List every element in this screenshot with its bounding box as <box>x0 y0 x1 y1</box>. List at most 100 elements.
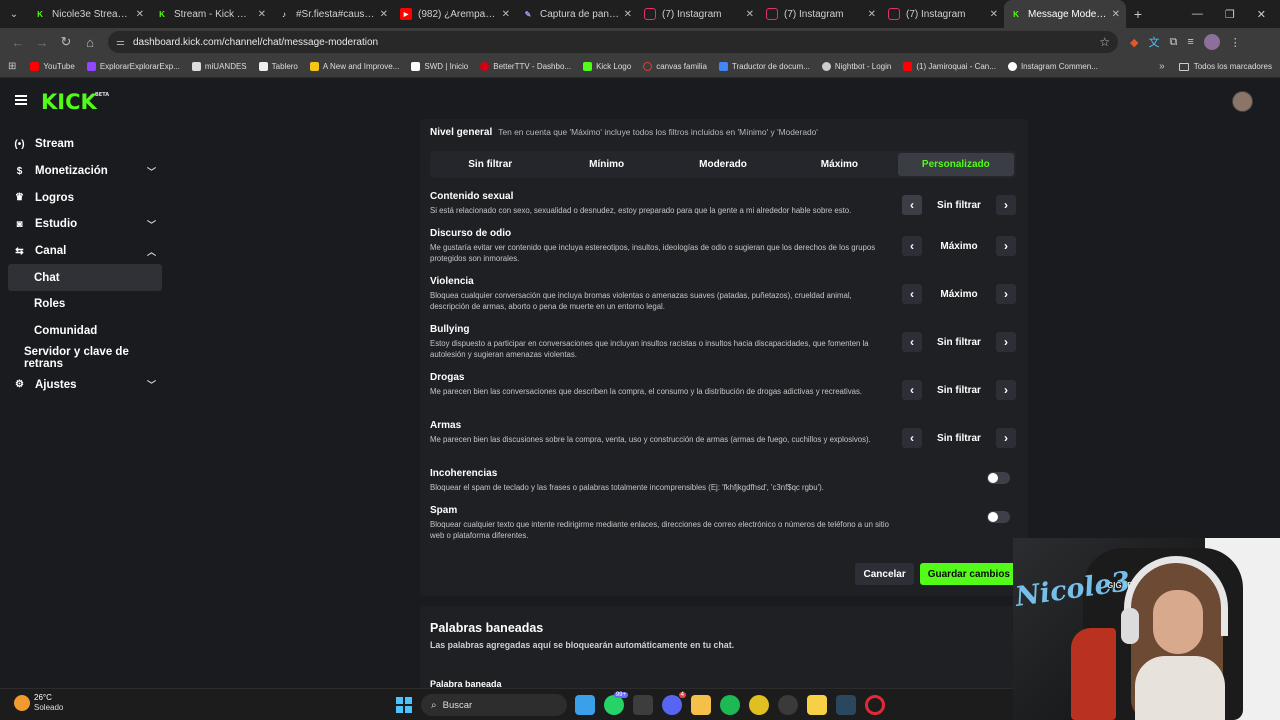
close-tab-icon[interactable]: ✕ <box>380 9 388 20</box>
level-option-sin-filtrar[interactable]: Sin filtrar <box>432 153 548 176</box>
reload-icon[interactable]: ↻ <box>54 34 78 50</box>
extension-fox-icon[interactable]: ◆ <box>1130 36 1138 49</box>
sidebar-item-monetizacion[interactable]: $ Monetización ﹀ <box>0 158 170 185</box>
obs-icon[interactable] <box>778 695 798 715</box>
close-tab-icon[interactable]: ✕ <box>624 9 632 20</box>
chevron-left-icon[interactable]: ‹ <box>902 195 922 215</box>
sidebar-item-ajustes[interactable]: ⚙ Ajustes ﹀ <box>0 371 170 398</box>
chevron-left-icon[interactable]: ‹ <box>902 428 922 448</box>
all-bookmarks-button[interactable]: Todos los marcadores <box>1178 62 1272 71</box>
notepad-icon[interactable] <box>575 695 595 715</box>
bookmark-item[interactable]: Tablero <box>258 62 298 71</box>
sidebar-item-roles[interactable]: Roles <box>0 291 170 318</box>
incoherencias-switch[interactable] <box>987 472 1010 484</box>
menu-hamburger-icon[interactable] <box>15 95 27 105</box>
sidebar-item-servidor[interactable]: Servidor y clave de retrans <box>0 345 170 372</box>
more-bookmarks-icon[interactable]: » <box>1159 61 1165 72</box>
spam-switch[interactable] <box>987 511 1010 523</box>
minimize-icon[interactable]: — <box>1192 8 1203 21</box>
spotify-icon[interactable] <box>720 695 740 715</box>
level-option-maximo[interactable]: Máximo <box>781 153 897 176</box>
reading-list-icon[interactable]: ≡ <box>1187 36 1193 48</box>
restore-icon[interactable]: ❐ <box>1225 8 1235 21</box>
chevron-left-icon[interactable]: ‹ <box>902 380 922 400</box>
level-option-moderado[interactable]: Moderado <box>665 153 781 176</box>
extensions-puzzle-icon[interactable]: ⧉ <box>1169 36 1177 49</box>
close-tab-icon[interactable]: ✕ <box>746 9 754 20</box>
browser-tab[interactable]: (7) Instagram ✕ <box>882 0 1004 28</box>
chevron-right-icon[interactable]: › <box>996 332 1016 352</box>
sidebar-item-comunidad[interactable]: Comunidad <box>0 318 170 345</box>
tab-search-icon[interactable]: ⌄ <box>4 4 24 24</box>
chevron-right-icon[interactable]: › <box>996 428 1016 448</box>
forward-icon[interactable]: → <box>30 35 54 50</box>
url-input[interactable]: ⚌ dashboard.kick.com/channel/chat/messag… <box>108 31 1118 53</box>
taskbar-search[interactable]: ⌕ Buscar <box>421 694 567 716</box>
chevron-right-icon[interactable]: › <box>996 380 1016 400</box>
extension-translate-icon[interactable]: 文 <box>1148 34 1159 50</box>
bookmark-item[interactable]: Traductor de docum... <box>718 62 810 71</box>
close-tab-icon[interactable]: ✕ <box>502 9 510 20</box>
chevron-right-icon[interactable]: › <box>996 236 1016 256</box>
sidebar-item-logros[interactable]: ♛ Logros <box>0 184 170 211</box>
user-avatar[interactable] <box>1232 91 1253 112</box>
browser-tab[interactable]: ✎ Captura de pantalla ✕ <box>516 0 638 28</box>
bookmark-item[interactable]: Kick Logo <box>583 62 631 71</box>
close-tab-icon[interactable]: ✕ <box>258 9 266 20</box>
bookmark-item[interactable]: (1) Jamiroquai - Can... <box>903 62 996 71</box>
bookmark-item[interactable]: miUANDES <box>191 62 247 71</box>
profile-avatar[interactable] <box>1203 34 1220 50</box>
close-tab-icon[interactable]: ✕ <box>868 9 876 20</box>
bookmark-item[interactable]: A New and Improve... <box>309 62 399 71</box>
new-tab-icon[interactable]: + <box>1126 6 1150 22</box>
chevron-left-icon[interactable]: ‹ <box>902 284 922 304</box>
save-button[interactable]: Guardar cambios <box>919 563 1018 585</box>
close-window-icon[interactable]: ✕ <box>1257 8 1266 21</box>
browser-tab[interactable]: ♪#Sr.fiesta#causa#apo✕ <box>272 0 394 28</box>
cancel-button[interactable]: Cancelar <box>855 563 914 585</box>
file-explorer-icon[interactable] <box>691 695 711 715</box>
whatsapp-icon[interactable]: 99+ <box>604 692 628 715</box>
chevron-left-icon[interactable]: ‹ <box>902 236 922 256</box>
chevron-left-icon[interactable]: ‹ <box>902 332 922 352</box>
sticky-notes-icon[interactable] <box>807 695 827 715</box>
bookmark-item[interactable]: YouTube <box>30 62 75 71</box>
chrome-icon[interactable] <box>749 695 769 715</box>
close-tab-icon[interactable]: ✕ <box>1112 9 1120 20</box>
xbox-icon[interactable] <box>633 695 653 715</box>
browser-menu-icon[interactable]: ⋮ <box>1230 36 1241 49</box>
level-option-personalizado[interactable]: Personalizado <box>897 153 1015 176</box>
sidebar-item-chat[interactable]: Chat <box>8 264 162 292</box>
browser-tab[interactable]: ▶(982) ¿Arempanadas✕ <box>394 0 516 28</box>
close-tab-icon[interactable]: ✕ <box>990 9 998 20</box>
bookmark-star-icon[interactable]: ☆ <box>1099 35 1110 49</box>
discord-icon[interactable]: 4 <box>662 692 686 715</box>
sidebar-item-estudio[interactable]: ◙ Estudio ﹀ <box>0 211 170 238</box>
browser-tab[interactable]: (7) Instagram ✕ <box>638 0 760 28</box>
browser-tab[interactable]: (7) Instagram ✕ <box>760 0 882 28</box>
home-icon[interactable]: ⌂ <box>78 35 102 50</box>
bookmark-item[interactable]: Instagram Commen... <box>1007 62 1098 71</box>
back-icon[interactable]: ← <box>6 35 30 50</box>
bookmark-item[interactable]: BetterTTV - Dashbo... <box>480 62 571 71</box>
browser-tab[interactable]: KNicole3e Stream - W✕ <box>28 0 150 28</box>
chevron-right-icon[interactable]: › <box>996 284 1016 304</box>
close-tab-icon[interactable]: ✕ <box>136 9 144 20</box>
weather-widget[interactable]: 26°C Soleado <box>14 693 63 713</box>
bookmark-item[interactable]: ExplorarExplorarExp... <box>86 62 180 71</box>
opera-icon[interactable] <box>865 695 885 715</box>
apps-grid-icon[interactable]: ⊞ <box>8 61 16 72</box>
steam-icon[interactable] <box>836 695 856 715</box>
site-info-icon[interactable]: ⚌ <box>116 37 125 48</box>
level-option-minimo[interactable]: Mínimo <box>548 153 664 176</box>
chevron-right-icon[interactable]: › <box>996 195 1016 215</box>
bookmark-item[interactable]: Nightbot - Login <box>821 62 891 71</box>
browser-tab-active[interactable]: KMessage Moderation✕ <box>1004 0 1126 28</box>
kick-logo[interactable]: KICK BETA <box>41 90 109 114</box>
sidebar-item-canal[interactable]: ⇆ Canal ︿ <box>0 238 170 265</box>
bookmark-item[interactable]: SWD | Inicio <box>411 62 468 71</box>
bookmark-item[interactable]: canvas familia <box>643 62 707 71</box>
browser-tab[interactable]: KStream - Kick Dashbo✕ <box>150 0 272 28</box>
windows-start-icon[interactable] <box>396 697 412 713</box>
sidebar-item-stream[interactable]: (•) Stream <box>0 131 170 158</box>
